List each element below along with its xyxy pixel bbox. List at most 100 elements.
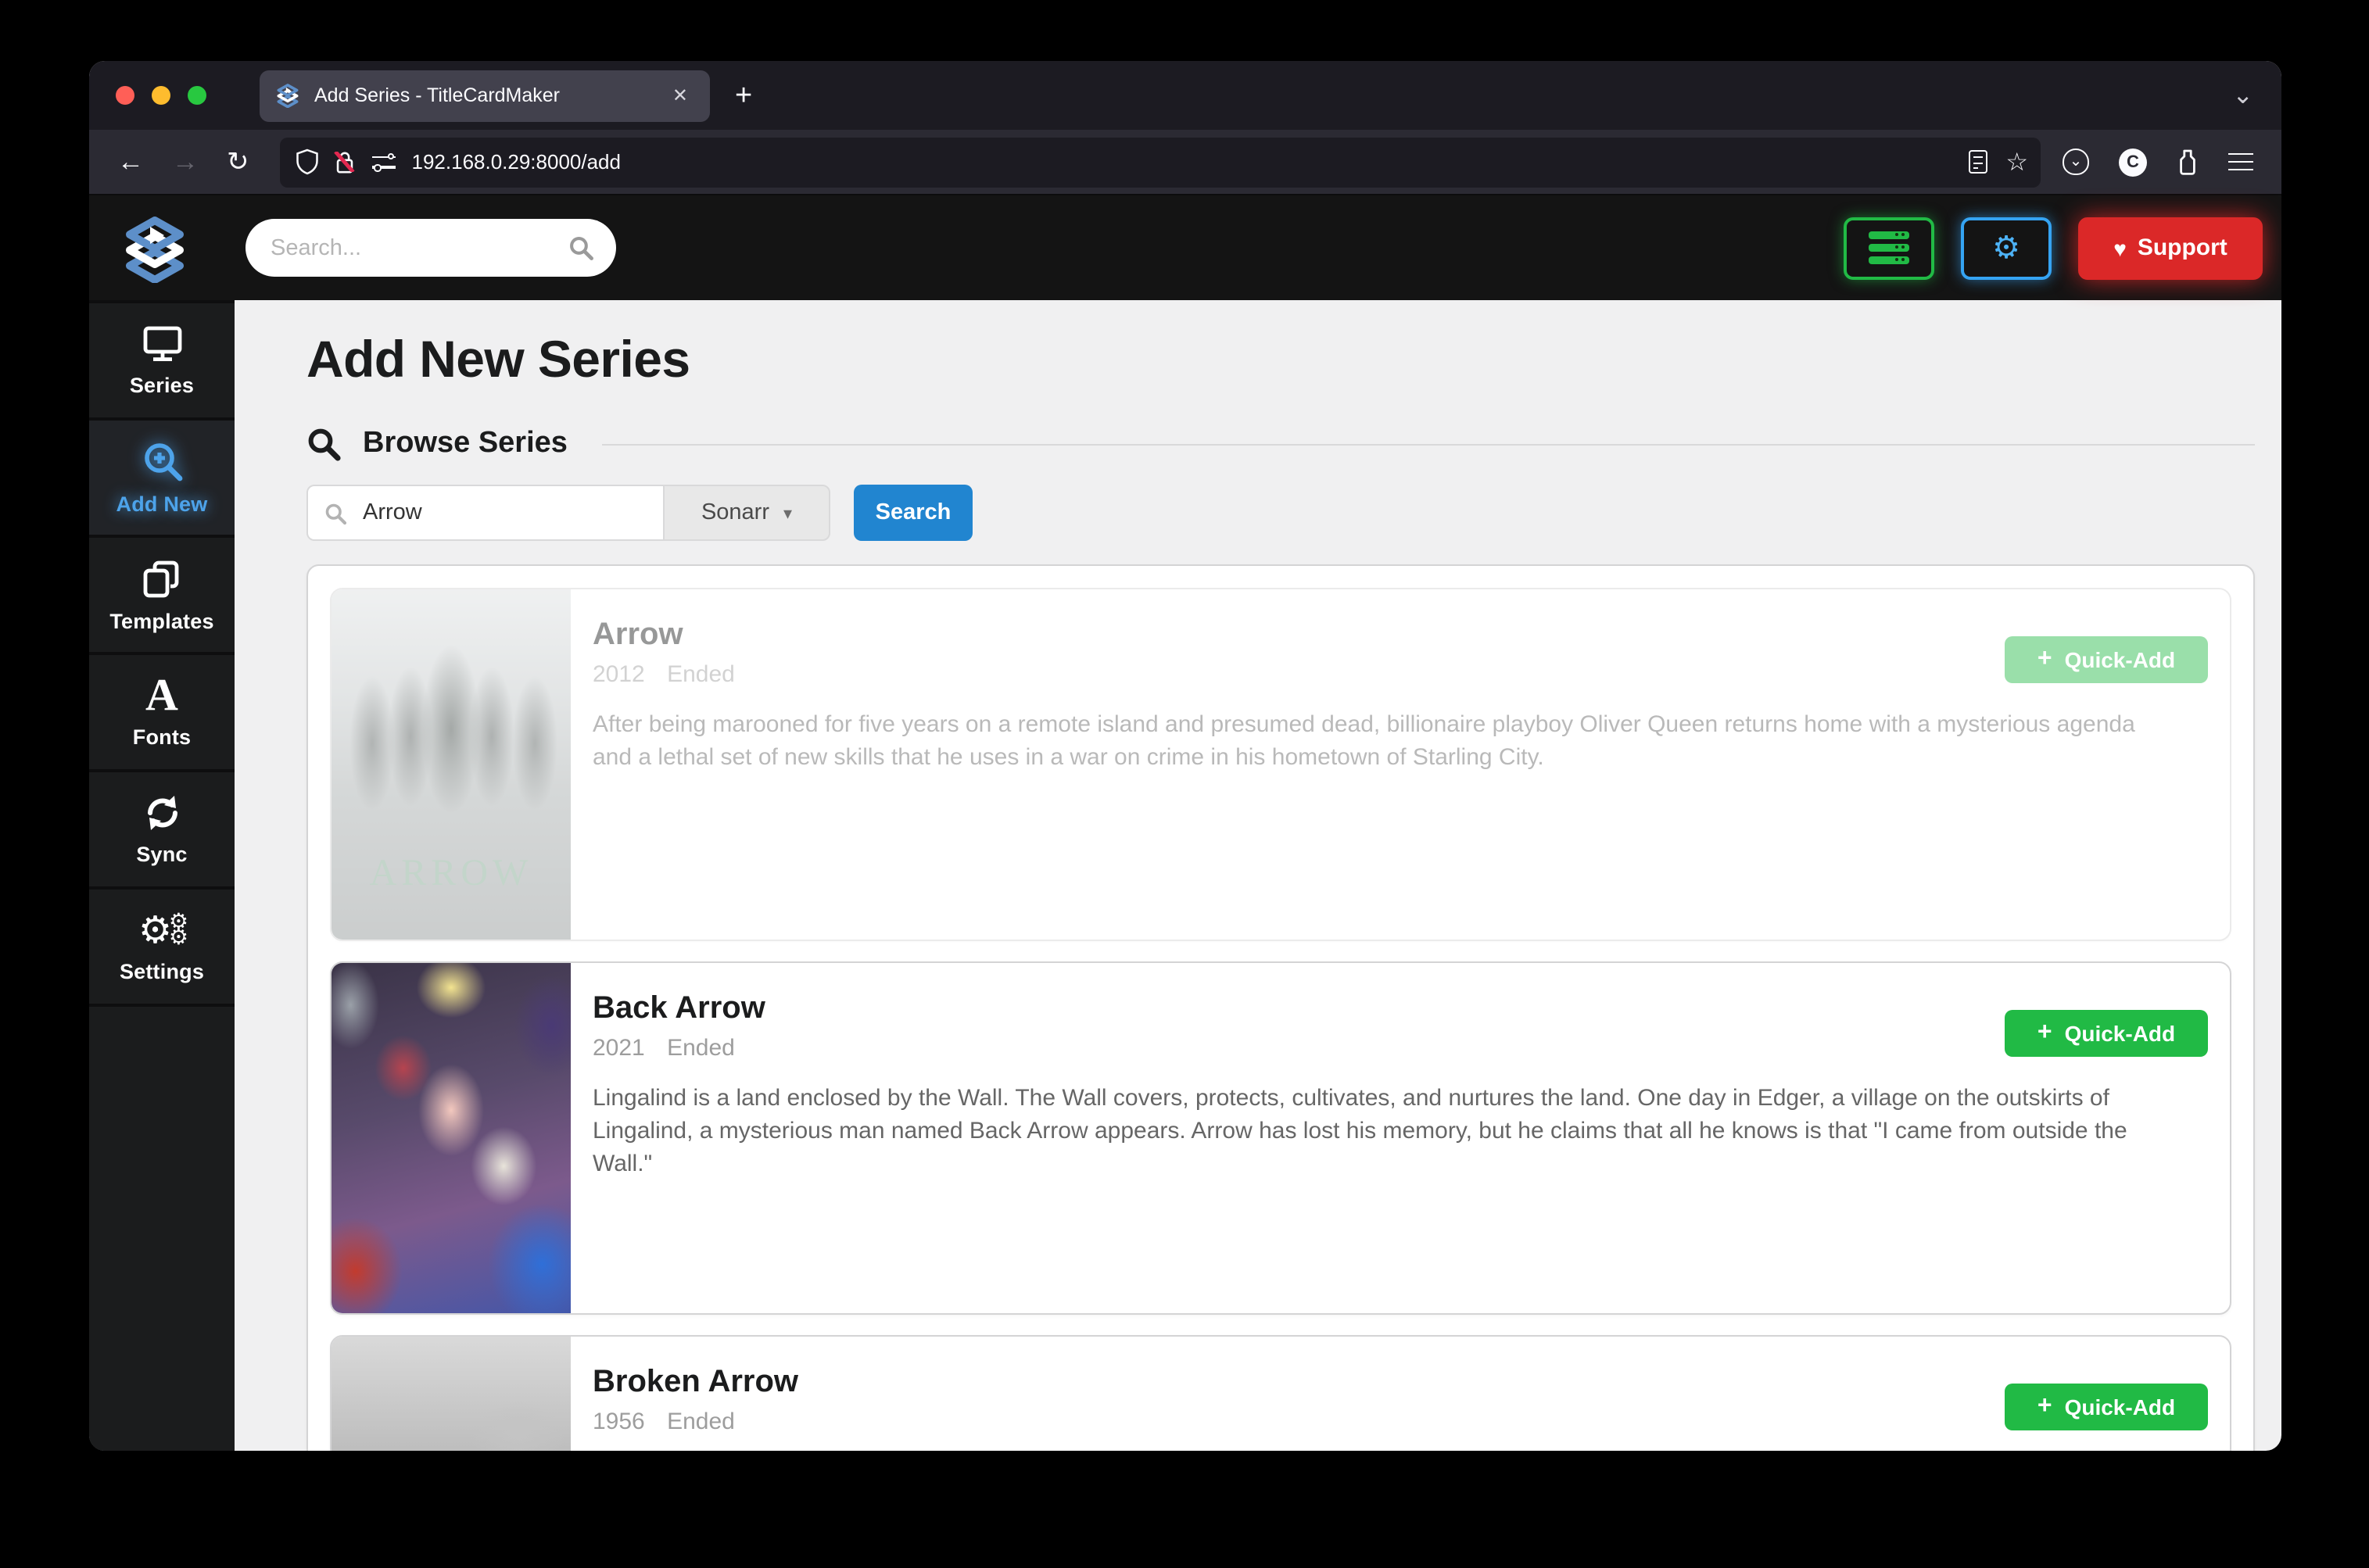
back-icon[interactable]: ← (117, 146, 144, 177)
server-stack-icon (1869, 231, 1909, 265)
forward-icon: → (172, 146, 199, 176)
tab-title: Add Series - TitleCardMaker (314, 84, 561, 106)
heart-icon: ♥ (2113, 235, 2127, 260)
series-info: Arrow 2012 Ended After being marooned fo… (571, 589, 2230, 940)
series-search-input[interactable] (363, 500, 647, 525)
global-search-input[interactable]: Search... (246, 219, 616, 277)
zoom-window-button[interactable] (188, 86, 206, 105)
series-year: 2012 (593, 661, 645, 688)
series-result-card: Broken Arrow 1956 Ended Indian Agent Tom… (330, 1335, 2231, 1451)
series-status: Ended (667, 661, 735, 688)
gear-icon: ⚙ (1992, 231, 2020, 266)
screen: Add Series - TitleCardMaker ✕ + ⌄ ← → ↻ (0, 0, 2369, 1568)
sidebar-item-label: Sync (136, 843, 188, 866)
series-poster (332, 963, 571, 1313)
series-title: Broken Arrow (593, 1365, 799, 1399)
search-icon (568, 234, 594, 261)
browse-series-header: Browse Series (306, 427, 2255, 461)
series-result-card: Back Arrow 2021 Ended Lingalind is a lan… (330, 961, 2231, 1315)
series-result-card: ARROW Arrow 2012 Ended After being maroo… (330, 588, 2231, 941)
arrow-poster-logo: ARROW (369, 854, 533, 894)
series-status: Ended (667, 1409, 735, 1435)
window-controls (116, 86, 206, 105)
series-title: Back Arrow (593, 991, 765, 1026)
reader-mode-icon[interactable] (1968, 150, 1987, 174)
quick-add-button: + Quick-Add (2005, 636, 2208, 683)
series-info: Broken Arrow 1956 Ended Indian Agent Tom… (571, 1337, 2230, 1451)
minimize-window-button[interactable] (152, 86, 170, 105)
support-button[interactable]: ♥ Support (2078, 217, 2263, 279)
search-icon (324, 501, 347, 524)
sidebar-item-label: Templates (109, 609, 214, 632)
search-results: ARROW Arrow 2012 Ended After being maroo… (306, 564, 2255, 1451)
series-search-field[interactable] (306, 485, 663, 541)
permissions-sliders-icon[interactable] (372, 152, 396, 171)
sidebar: Series Add New Templates A Fonts Sync ⚙ … (89, 300, 235, 1451)
extension-icon[interactable] (2177, 149, 2199, 175)
sidebar-item-label: Add New (116, 492, 208, 516)
quick-add-label: Quick-Add (2064, 647, 2176, 672)
extension-badge-icon[interactable]: C (2119, 148, 2147, 176)
font-a-icon: A (145, 671, 178, 721)
series-meta: 2012 Ended (593, 661, 2199, 688)
connections-button[interactable] (1844, 217, 1934, 279)
list-tabs-chevron-icon[interactable]: ⌄ (2232, 80, 2253, 111)
tracking-shield-icon[interactable] (296, 149, 320, 175)
browser-toolbar: ← → ↻ 192.168.0.29:8000/add ☆ ⌄ C (89, 130, 2281, 195)
source-dropdown-value: Sonarr (701, 500, 769, 525)
sidebar-item-templates[interactable]: Templates (89, 538, 235, 652)
series-status: Ended (667, 1035, 735, 1061)
source-dropdown[interactable]: Sonarr ▾ (663, 485, 830, 541)
sidebar-item-fonts[interactable]: A Fonts (89, 655, 235, 769)
plus-icon: + (2037, 646, 2052, 672)
sidebar-filler (89, 1007, 235, 1451)
close-window-button[interactable] (116, 86, 134, 105)
chevron-down-icon: ▾ (783, 504, 793, 523)
gears-icon: ⚙ ⚙ ⚙ (138, 908, 188, 952)
sidebar-item-label: Settings (119, 960, 205, 983)
support-label: Support (2137, 234, 2227, 261)
search-icon (306, 427, 341, 461)
sidebar-item-add-new[interactable]: Add New (89, 421, 235, 535)
series-title: Arrow (593, 618, 683, 652)
quick-add-label: Quick-Add (2064, 1394, 2176, 1419)
browser-window: Add Series - TitleCardMaker ✕ + ⌄ ← → ↻ (89, 61, 2281, 1451)
search-plus-icon (140, 439, 184, 483)
url-text[interactable]: 192.168.0.29:8000/add (412, 150, 1953, 174)
reload-icon[interactable]: ↻ (227, 146, 249, 177)
new-tab-button[interactable]: + (735, 81, 752, 110)
main-content: Add New Series Browse Series Arrow Sonar… (235, 300, 2281, 1451)
menu-hamburger-icon[interactable] (2228, 152, 2253, 171)
sidebar-item-label: Series (129, 374, 195, 397)
sidebar-item-settings[interactable]: ⚙ ⚙ ⚙ Settings (89, 890, 235, 1004)
sidebar-item-sync[interactable]: Sync (89, 772, 235, 886)
quick-add-button[interactable]: + Quick-Add (2005, 1384, 2208, 1430)
quick-add-label: Quick-Add (2064, 1021, 2176, 1046)
bookmark-star-icon[interactable]: ☆ (2005, 146, 2028, 177)
settings-button[interactable]: ⚙ (1961, 217, 2052, 279)
tab-close-icon[interactable]: ✕ (666, 81, 694, 109)
series-poster: ARROW (332, 589, 571, 940)
tab-bar: Add Series - TitleCardMaker ✕ + ⌄ (89, 61, 2281, 130)
search-button[interactable]: Search (854, 485, 973, 541)
page-body: Series Add New Templates A Fonts Sync ⚙ … (89, 300, 2281, 1451)
quick-add-button[interactable]: + Quick-Add (2005, 1010, 2208, 1057)
browse-series-heading: Browse Series (363, 427, 568, 460)
global-search-placeholder: Search... (271, 235, 362, 260)
series-description: Lingalind is a land enclosed by the Wall… (593, 1085, 2127, 1177)
toolbar-extensions: ⌄ C (2063, 148, 2253, 176)
series-year: 1956 (593, 1409, 645, 1435)
browser-tab[interactable]: Add Series - TitleCardMaker ✕ (260, 70, 710, 121)
titlecardmaker-favicon (275, 83, 300, 108)
browse-controls: Sonarr ▾ Search (306, 485, 2255, 541)
section-divider (601, 443, 2255, 445)
sidebar-item-label: Fonts (132, 725, 192, 749)
plus-icon: + (2037, 1393, 2052, 1419)
pocket-icon[interactable]: ⌄ (2063, 149, 2089, 175)
series-year: 2021 (593, 1035, 645, 1061)
sidebar-item-series[interactable]: Series (89, 303, 235, 417)
insecure-lock-icon[interactable] (334, 149, 356, 174)
series-description: After being marooned for five years on a… (593, 711, 2135, 771)
titlecardmaker-logo[interactable] (120, 213, 189, 282)
url-bar[interactable]: 192.168.0.29:8000/add ☆ (280, 137, 2041, 187)
